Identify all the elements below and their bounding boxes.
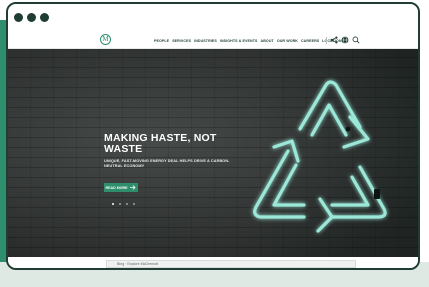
read-more-button[interactable]: READ MORE xyxy=(104,183,138,192)
window-control-dot[interactable] xyxy=(14,13,23,22)
carousel-dot[interactable] xyxy=(119,203,121,205)
main-menu: PEOPLE SERVICES INDUSTRIES INSIGHTS & EV… xyxy=(154,37,344,45)
bottom-search-bar[interactable]: Bing · Explore McDermott xyxy=(106,260,356,268)
browser-window: M PEOPLE SERVICES INDUSTRIES INSIGHTS & … xyxy=(6,2,420,270)
hero-banner: MAKING HASTE, NOT WASTE UNIQUE, FAST-MOV… xyxy=(8,49,418,257)
window-titlebar xyxy=(8,4,418,33)
arrow-right-icon xyxy=(130,184,137,191)
carousel-dot[interactable] xyxy=(133,203,135,205)
carousel-dot[interactable] xyxy=(126,203,128,205)
window-control-dot[interactable] xyxy=(27,13,36,22)
globe-icon[interactable] xyxy=(341,36,349,44)
recycle-neon-icon xyxy=(253,80,387,233)
carousel-dot[interactable] xyxy=(112,203,114,205)
nav-divider xyxy=(326,36,327,44)
nav-item-about[interactable]: ABOUT xyxy=(261,39,274,43)
bottom-search-text: Bing · Explore McDermott xyxy=(117,262,159,266)
brand-logo[interactable]: M xyxy=(100,34,111,45)
read-more-label: READ MORE xyxy=(105,185,128,190)
neon-transformer xyxy=(374,189,380,199)
nav-item-services[interactable]: SERVICES xyxy=(172,39,191,43)
nav-item-people[interactable]: PEOPLE xyxy=(154,39,169,43)
nav-item-our-work[interactable]: OUR WORK xyxy=(277,39,298,43)
search-icon[interactable] xyxy=(352,36,360,44)
carousel-pager xyxy=(112,203,135,205)
nav-item-careers[interactable]: CAREERS xyxy=(301,39,319,43)
hero-headline: MAKING HASTE, NOT WASTE xyxy=(104,132,217,155)
nav-item-industries[interactable]: INDUSTRIES xyxy=(194,39,217,43)
nav-item-insights-events[interactable]: INSIGHTS & EVENTS xyxy=(220,39,258,43)
nav-icon-group xyxy=(326,35,360,45)
search-icon[interactable] xyxy=(343,261,349,268)
share-icon[interactable] xyxy=(330,36,338,44)
hero-subhead: UNIQUE, FAST-MOVING ENERGY DEAL HELPS DR… xyxy=(104,159,230,168)
window-control-dot[interactable] xyxy=(40,13,49,22)
neon-mount-dot xyxy=(345,126,351,132)
lower-strip: Bing · Explore McDermott xyxy=(8,257,418,268)
site-navbar: M PEOPLE SERVICES INDUSTRIES INSIGHTS & … xyxy=(8,32,418,49)
